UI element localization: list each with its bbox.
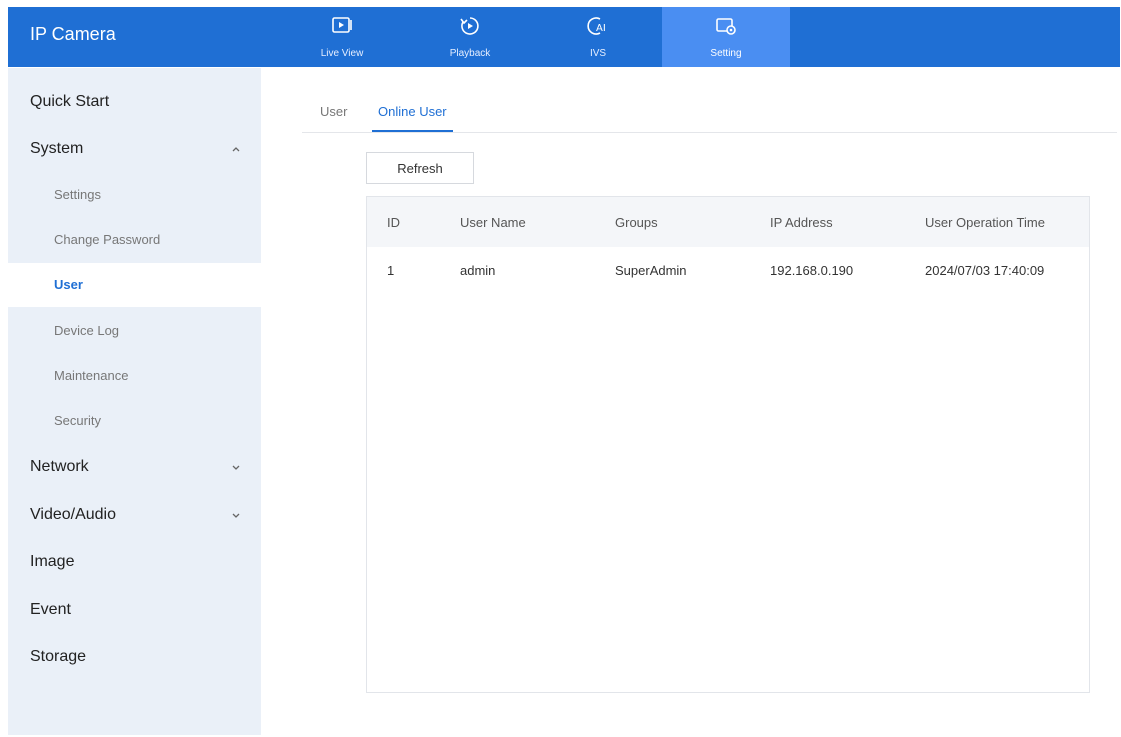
tab-user[interactable]: User [320,104,347,130]
nav-playback[interactable]: Playback [406,7,534,67]
playback-icon [460,17,479,35]
column-header-user-name[interactable]: User Name [460,215,526,230]
sidebar-item-device-log[interactable]: Device Log [8,309,261,353]
sidebar-item-video-audio[interactable]: Video/Audio [8,493,261,537]
setting-icon [716,18,736,35]
chevron-down-icon [232,513,240,518]
cell-user-name: admin [460,263,496,278]
sidebar-item-storage[interactable]: Storage [8,635,261,679]
svg-text:AI: AI [596,23,606,34]
nav-live-view[interactable]: Live View [278,7,406,67]
nav-ivs-label: IVS [589,48,607,59]
sidebar: Quick Start System Settings Change Passw… [8,68,261,735]
nav-live-view-label: Live View [320,48,364,59]
table-header: ID User Name Groups IP Address User Oper… [367,197,1089,247]
sidebar-item-settings[interactable]: Settings [8,173,261,217]
tab-online-user[interactable]: Online User [372,104,453,132]
nav-ivs[interactable]: AI IVS [534,7,662,67]
cell-ip-address: 192.168.0.190 [770,263,854,278]
sidebar-item-user[interactable]: User [8,263,261,307]
column-header-ip-address[interactable]: IP Address [770,215,833,230]
sidebar-item-network[interactable]: Network [8,445,261,489]
sidebar-item-maintenance[interactable]: Maintenance [8,354,261,398]
sidebar-item-quick-start[interactable]: Quick Start [8,80,261,124]
nav-setting[interactable]: Setting [662,7,790,67]
sidebar-item-change-password[interactable]: Change Password [8,218,261,262]
refresh-button[interactable]: Refresh [366,152,474,184]
sidebar-item-image[interactable]: Image [8,540,261,584]
nav-setting-label: Setting [710,48,742,59]
online-user-table: ID User Name Groups IP Address User Oper… [366,196,1090,693]
column-header-groups[interactable]: Groups [615,215,658,230]
ivs-icon: AI [587,17,606,35]
sidebar-item-security[interactable]: Security [8,399,261,443]
sidebar-item-event[interactable]: Event [8,588,261,632]
column-header-user-operation-time[interactable]: User Operation Time [925,215,1045,230]
chevron-down-icon [232,465,240,470]
app-title: IP Camera [30,24,116,44]
sidebar-item-system[interactable]: System [8,127,261,171]
sidebar-item-network-label: Network [30,458,89,475]
cell-id: 1 [387,263,395,278]
sidebar-item-system-label: System [30,140,84,157]
nav-playback-label: Playback [449,48,491,59]
top-bar: IP Camera Live View Playback AI IVS Sett… [8,7,1120,67]
cell-groups: SuperAdmin [615,263,687,278]
cell-user-operation-time: 2024/07/03 17:40:09 [925,263,1045,278]
live-view-icon [332,17,352,33]
tab-divider [302,132,1117,133]
column-header-id[interactable]: ID [387,215,400,230]
sidebar-item-video-audio-label: Video/Audio [30,506,116,523]
chevron-up-icon [232,147,240,152]
